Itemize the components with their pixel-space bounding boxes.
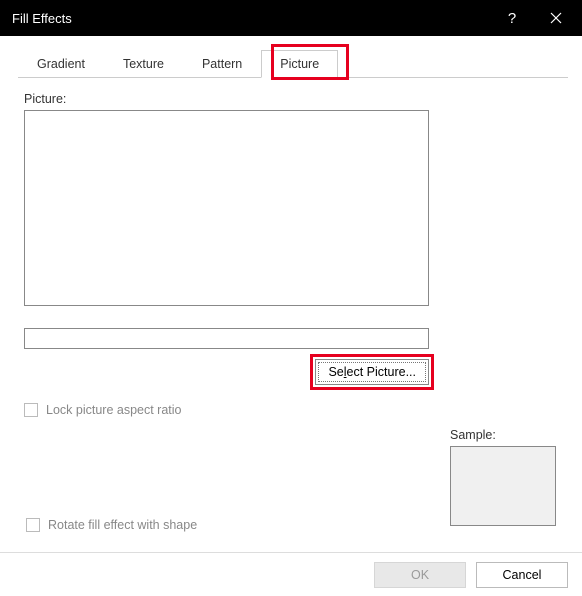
rotate-checkbox <box>26 518 40 532</box>
tab-bar: Gradient Texture Pattern Picture <box>18 50 568 78</box>
close-icon <box>550 12 562 24</box>
titlebar: Fill Effects ? <box>0 0 582 36</box>
rotate-checkbox-row: Rotate fill effect with shape <box>26 518 197 532</box>
ok-button: OK <box>374 562 466 588</box>
select-picture-wrap: Select Picture... <box>315 359 429 385</box>
picture-preview <box>24 110 429 306</box>
tab-pattern[interactable]: Pattern <box>183 50 261 78</box>
select-picture-row: Select Picture... <box>24 359 429 385</box>
lock-aspect-label: Lock picture aspect ratio <box>46 403 182 417</box>
sample-area: Sample: <box>450 428 556 526</box>
close-button[interactable] <box>534 0 578 36</box>
picture-path-field[interactable] <box>24 328 429 349</box>
sample-preview <box>450 446 556 526</box>
tab-texture[interactable]: Texture <box>104 50 183 78</box>
cancel-button[interactable]: Cancel <box>476 562 568 588</box>
select-picture-button[interactable]: Select Picture... <box>315 359 429 385</box>
tab-gradient[interactable]: Gradient <box>18 50 104 78</box>
picture-panel: Picture: Select Picture... Lock picture … <box>14 78 568 427</box>
window-title: Fill Effects <box>12 11 490 26</box>
tab-picture[interactable]: Picture <box>261 50 338 78</box>
lock-aspect-checkbox <box>24 403 38 417</box>
help-button[interactable]: ? <box>490 0 534 36</box>
picture-label: Picture: <box>24 92 558 106</box>
dialog-footer: OK Cancel <box>0 552 582 596</box>
dialog-content: Gradient Texture Pattern Picture Picture… <box>0 36 582 427</box>
rotate-label: Rotate fill effect with shape <box>48 518 197 532</box>
lock-aspect-checkbox-row: Lock picture aspect ratio <box>24 403 558 417</box>
sample-label: Sample: <box>450 428 556 442</box>
